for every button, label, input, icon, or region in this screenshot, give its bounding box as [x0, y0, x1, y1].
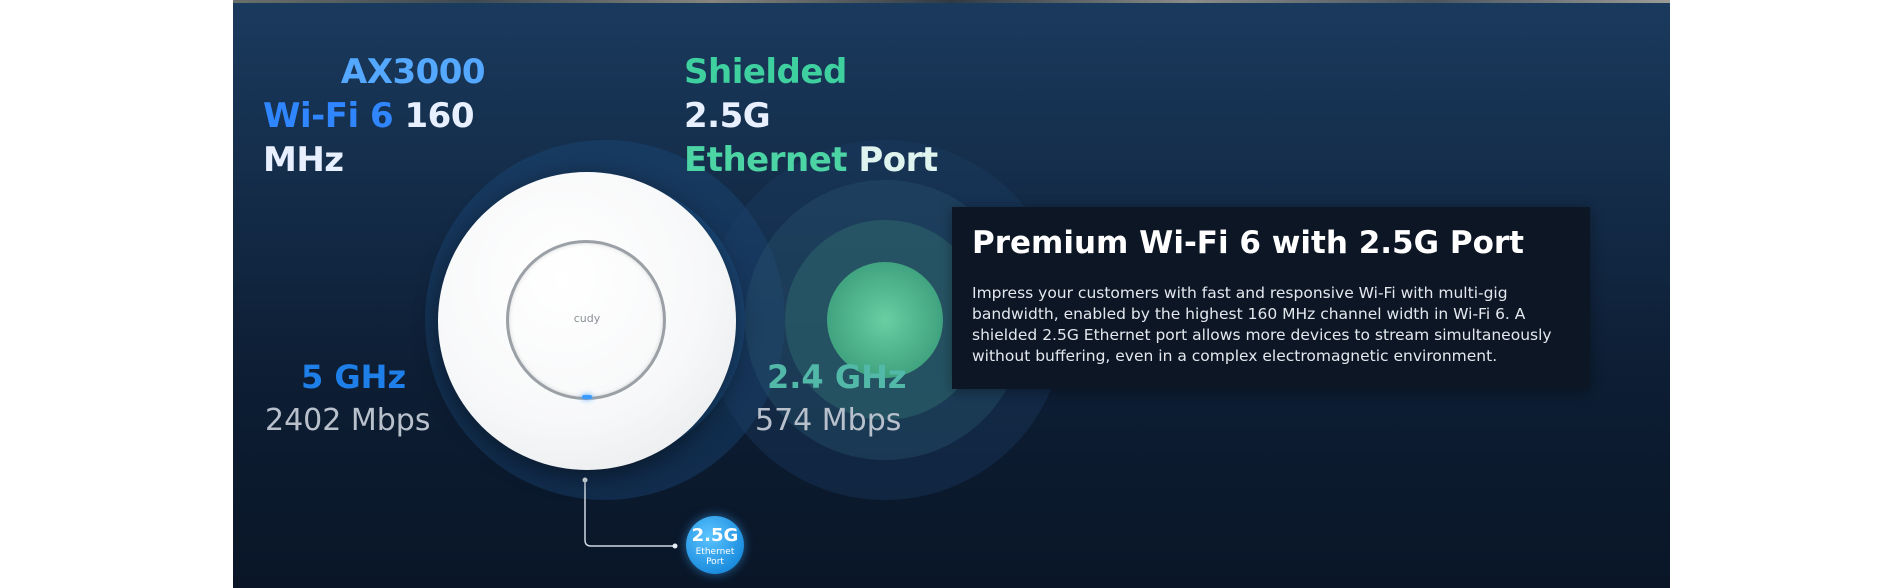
eth-heading-2-5g: 2.5G: [684, 96, 771, 136]
band-24ghz-speed: 574 Mbps: [755, 403, 902, 438]
eth-heading-port: Port: [858, 140, 938, 180]
eth-heading-ethernet: Ethernet: [684, 140, 848, 180]
port-badge-speed: 2.5G: [691, 525, 739, 546]
ethernet-spec-heading: Shielded 2.5G Ethernet Port: [684, 50, 944, 182]
feature-card: Premium Wi-Fi 6 with 2.5G Port Impress y…: [952, 207, 1590, 389]
port-badge-line1: Ethernet: [695, 547, 735, 557]
eth-heading-shielded: Shielded: [684, 52, 847, 92]
band-24ghz-label: 2.4 GHz: [767, 358, 907, 396]
status-led: [582, 395, 592, 399]
wifi-heading-ax3000: AX3000: [340, 52, 486, 92]
wifi-heading-wifi6: Wi-Fi 6: [263, 96, 394, 136]
cudy-logo: cudy: [573, 312, 601, 325]
band-5ghz-label: 5 GHz: [301, 358, 407, 396]
product-banner: AX3000 Wi-Fi 6 160 MHz Shielded 2.5G Eth…: [233, 0, 1670, 588]
cable-dot-end: [672, 543, 678, 549]
access-point-device: cudy: [438, 172, 736, 470]
wifi-spec-heading: AX3000 Wi-Fi 6 160 MHz: [263, 50, 563, 182]
feature-title: Premium Wi-Fi 6 with 2.5G Port: [972, 225, 1524, 261]
port-badge-label: Ethernet Port: [686, 547, 744, 567]
feature-description: Impress your customers with fast and res…: [972, 284, 1552, 365]
band-5ghz-speed: 2402 Mbps: [265, 403, 431, 438]
ethernet-port-badge: 2.5G Ethernet Port: [686, 516, 744, 574]
port-badge-line2: Port: [706, 557, 724, 567]
